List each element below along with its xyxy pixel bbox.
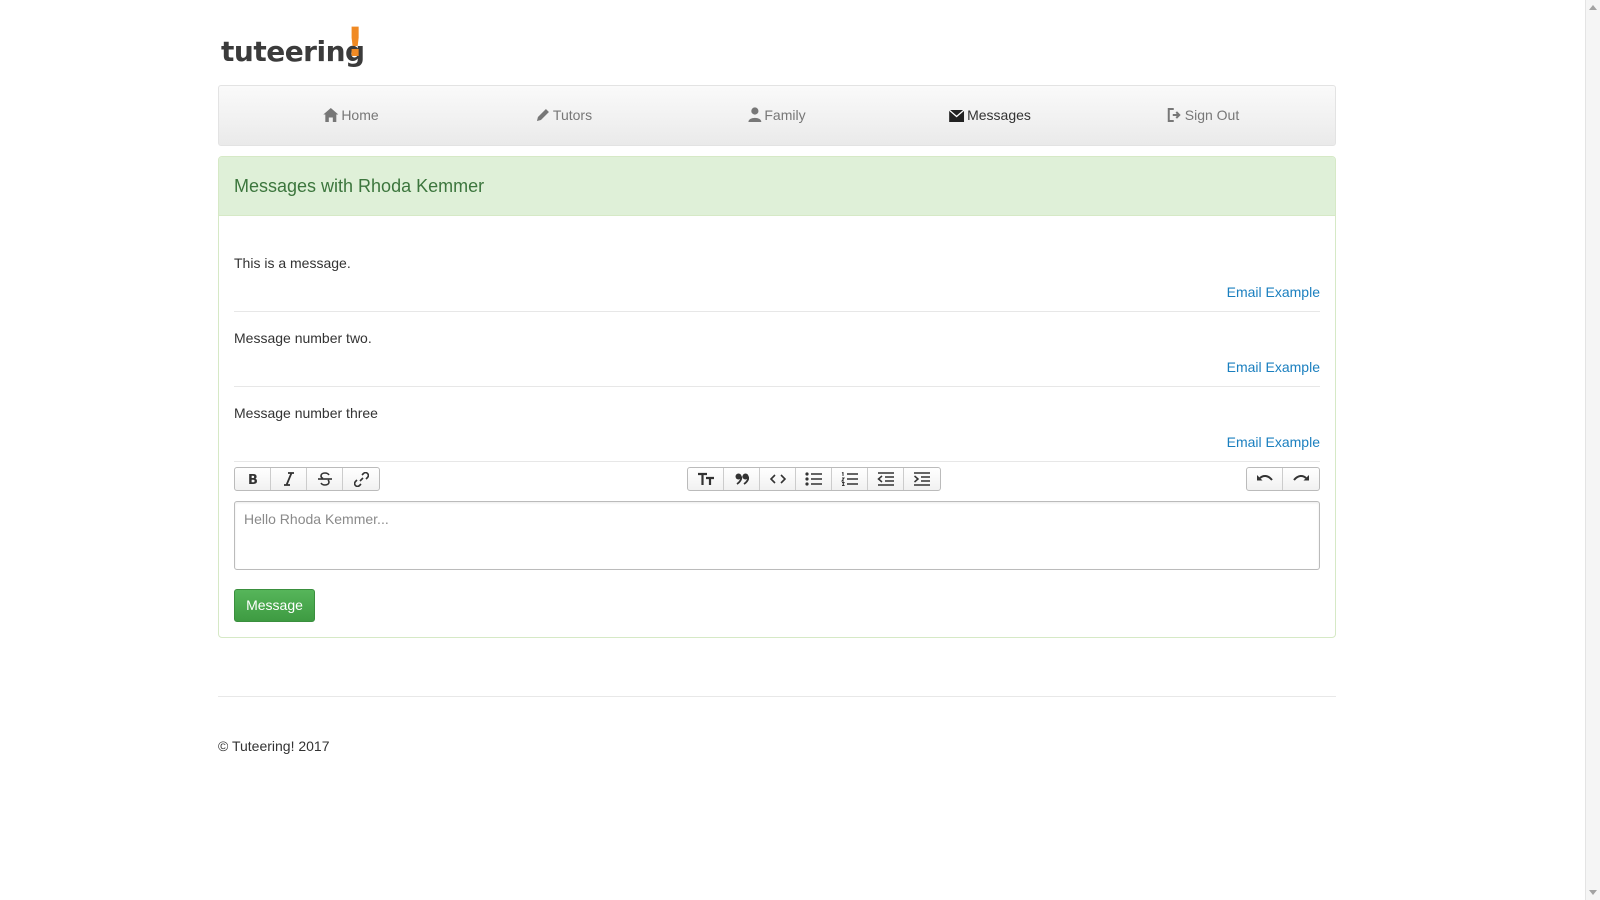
nav-label-home: Home [341,107,379,123]
user-icon [748,107,762,122]
link-button[interactable] [343,468,379,490]
heading-icon [697,472,714,485]
message-text: This is a message. [234,255,351,271]
send-message-button[interactable]: Message [234,589,315,622]
message-author-link[interactable]: Email Example [1227,359,1320,375]
nav-item-family[interactable]: Family [748,86,806,145]
message-author-link[interactable]: Email Example [1227,434,1320,450]
message-author-link[interactable]: Email Example [1227,284,1320,300]
footer-divider [218,696,1336,697]
nav-label-tutors: Tutors [552,107,593,123]
message-item: This is a message. Email Example [234,237,1320,312]
nav-item-tutors[interactable]: Tutors [536,86,592,145]
redo-button[interactable] [1283,468,1319,490]
italic-button[interactable] [271,468,307,490]
nav-item-messages[interactable]: Messages [948,86,1031,145]
message-text: Message number two. [234,330,372,346]
footer-copyright: © Tuteering! 2017 [218,738,330,754]
code-icon [769,474,786,484]
block-button-group [687,467,941,491]
editor-toolbar: B [234,467,1320,491]
history-button-group [1246,467,1320,491]
strikethrough-button[interactable] [307,468,343,490]
quote-icon [735,473,749,485]
outdent-button[interactable] [868,468,904,490]
page-scrollbar[interactable] [1585,0,1600,900]
logo-exclamation: ! [346,20,365,66]
messages-panel: Messages with Rhoda Kemmer This is a mes… [218,156,1336,638]
message-item: Message number three Email Example [234,387,1320,462]
undo-icon [1256,474,1273,481]
italic-icon [283,472,294,486]
bold-icon: B [248,473,258,486]
scroll-down-arrow-icon[interactable] [1589,890,1597,895]
message-editor[interactable]: Hello Rhoda Kemmer... [234,501,1320,570]
nav-label-sign-out: Sign Out [1184,107,1240,123]
numbered-list-icon [840,472,858,486]
logo-wordmark: tuteering [221,35,365,68]
bullet-list-icon [804,472,822,486]
redo-icon [1293,474,1309,481]
panel-title: Messages with Rhoda Kemmer [219,157,1335,216]
numbered-list-button[interactable] [832,468,868,490]
message-text: Message number three [234,405,378,421]
main-navbar: Home Tutors Family Messages Sign Out [218,85,1336,146]
message-item: Message number two. Email Example [234,312,1320,387]
undo-button[interactable] [1247,468,1283,490]
sign-out-icon [1167,108,1181,122]
pencil-icon [536,109,549,121]
quote-button[interactable] [724,468,760,490]
home-icon [323,108,339,122]
strikethrough-icon [317,472,332,486]
code-button[interactable] [760,468,796,490]
nav-item-home[interactable]: Home [323,86,379,145]
format-button-group: B [234,467,380,491]
svg-text:B: B [248,473,258,486]
bullet-list-button[interactable] [796,468,832,490]
nav-item-sign-out[interactable]: Sign Out [1167,86,1239,145]
editor-placeholder: Hello Rhoda Kemmer... [244,511,389,527]
envelope-icon [948,109,965,122]
scroll-up-arrow-icon[interactable] [1589,5,1597,10]
outdent-icon [876,472,894,486]
bold-button[interactable]: B [235,468,271,490]
heading-button[interactable] [688,468,724,490]
indent-button[interactable] [904,468,940,490]
link-icon [353,471,369,487]
nav-label-family: Family [764,107,806,123]
nav-label-messages: Messages [967,107,1031,123]
indent-icon [914,472,930,486]
